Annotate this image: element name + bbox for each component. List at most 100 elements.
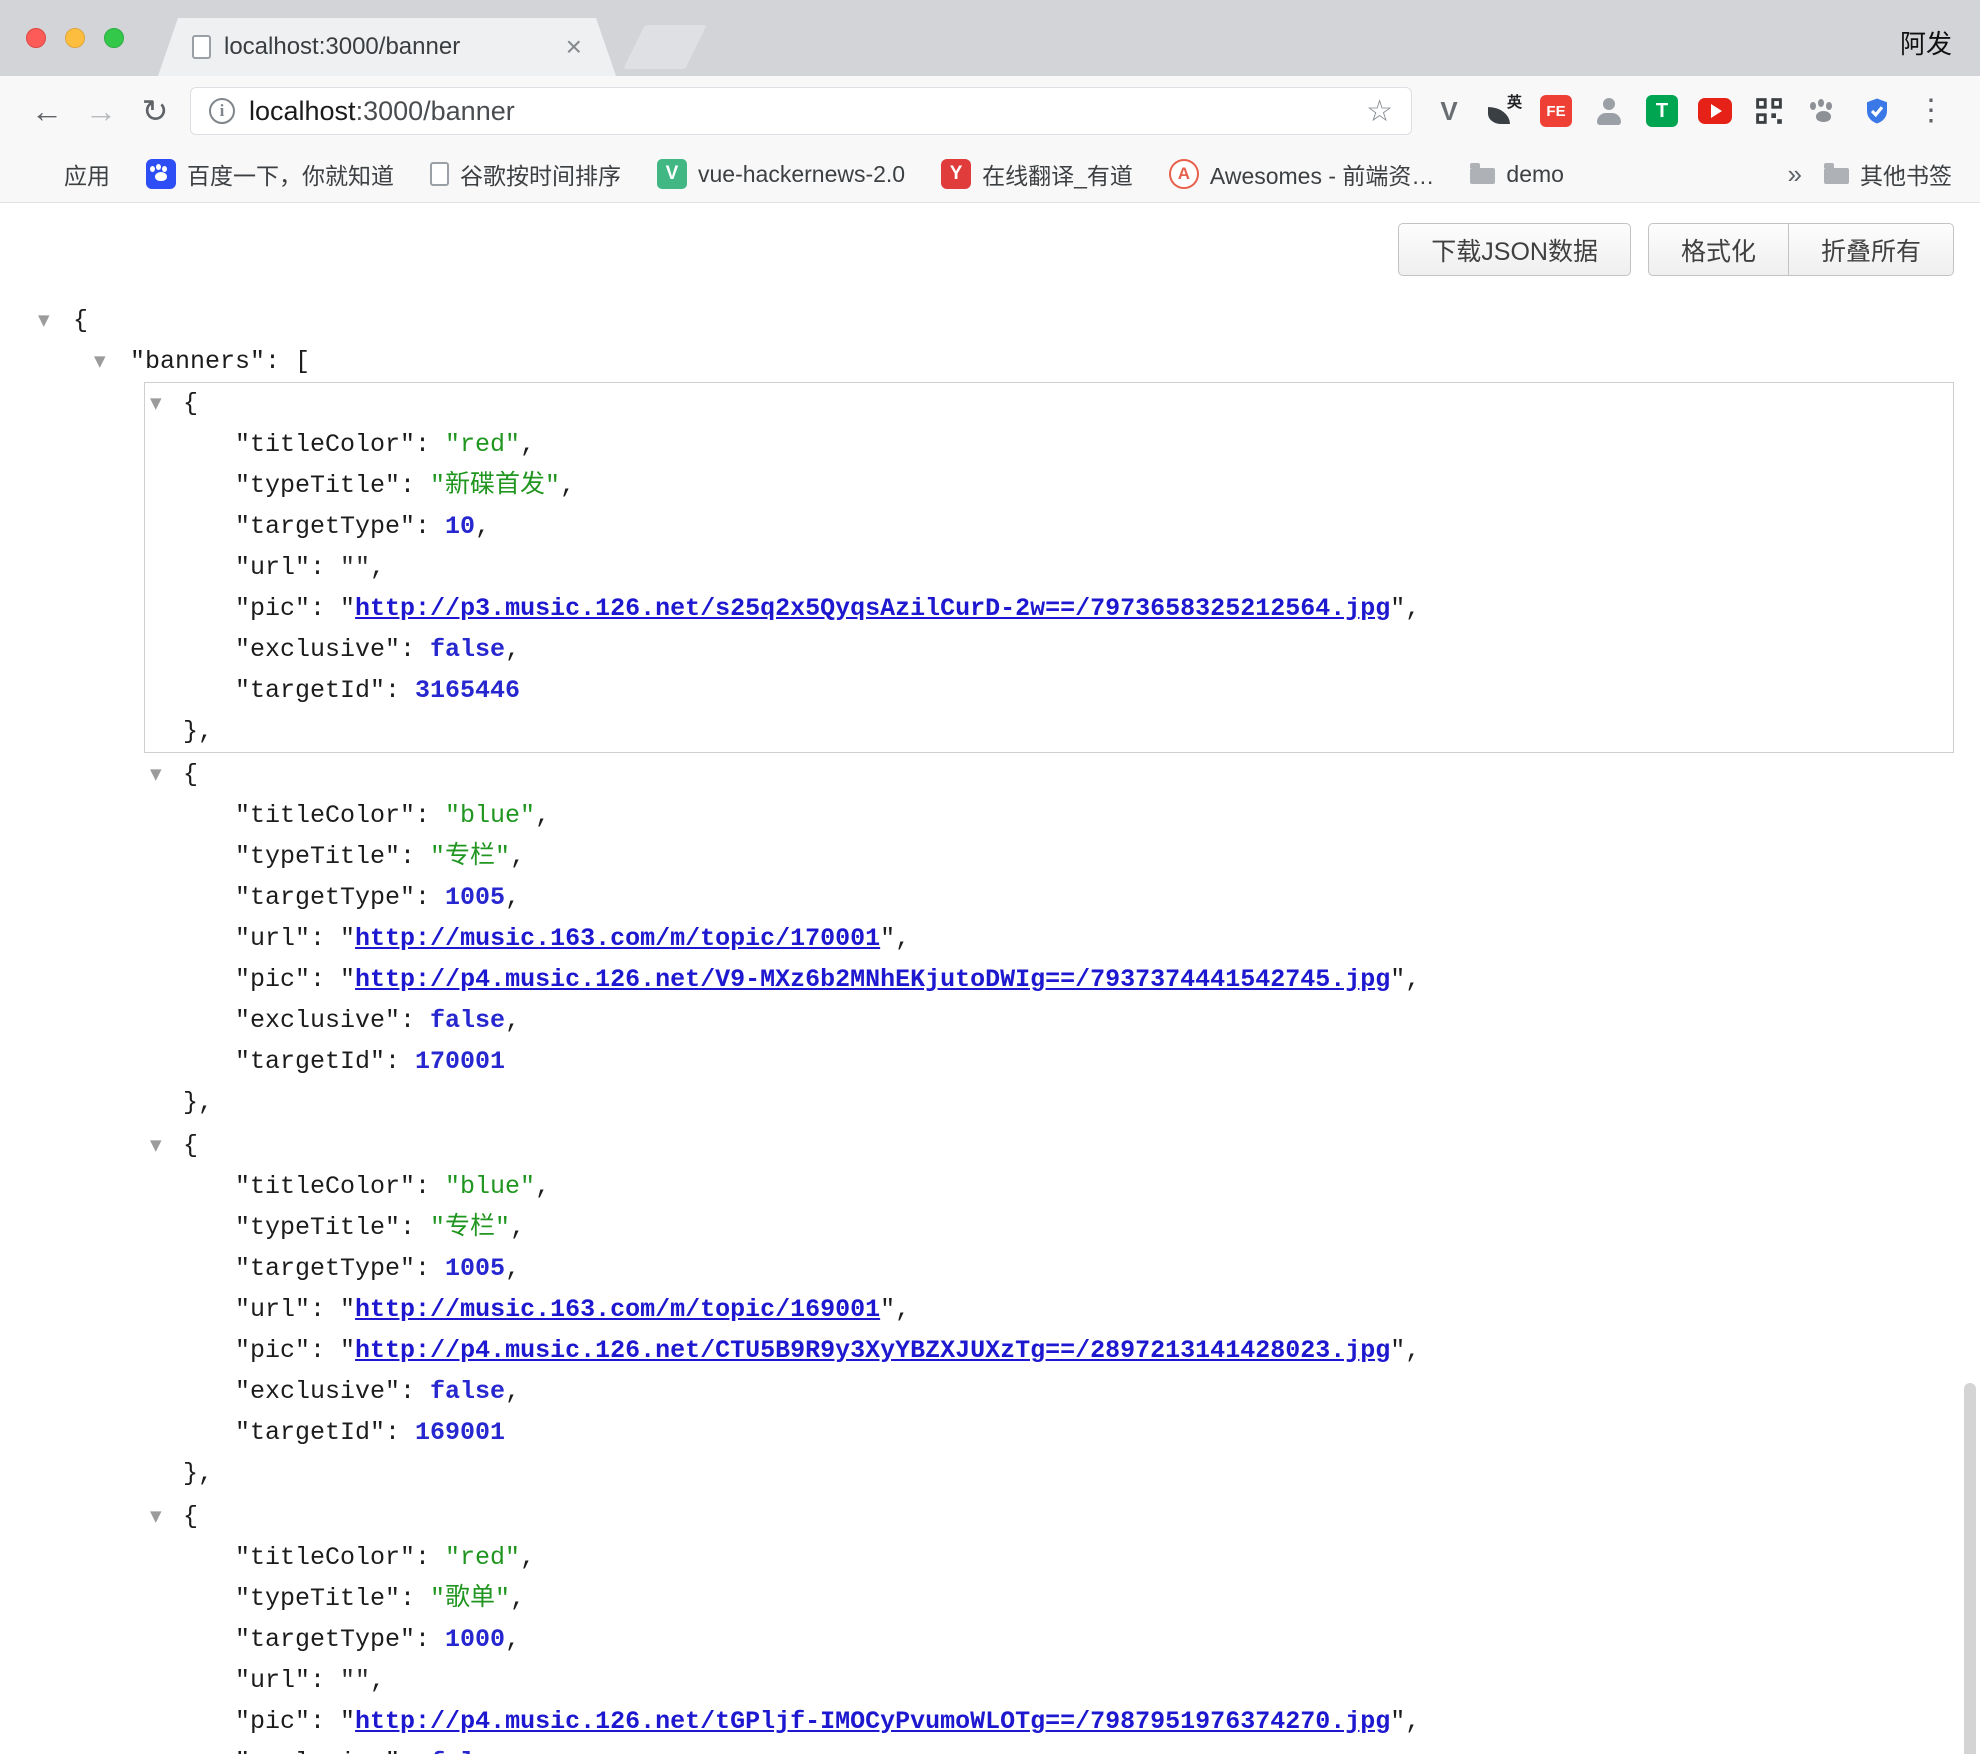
youtube-extension-icon[interactable]: [1698, 98, 1732, 124]
json-punct: },: [183, 1459, 213, 1488]
bookmark-label: 谷歌按时间排序: [460, 157, 621, 191]
collapse-triangle-icon[interactable]: [150, 1125, 162, 1166]
json-line: "titleColor": "blue",: [145, 795, 1953, 836]
json-punct: :: [400, 635, 430, 664]
fe-extension-icon[interactable]: FE: [1540, 95, 1572, 127]
json-punct: ,: [505, 1748, 520, 1754]
json-punct: ,: [1405, 1707, 1420, 1736]
vimium-extension-icon[interactable]: V: [1432, 94, 1466, 128]
json-punct: :: [400, 471, 430, 500]
bookmarks-list: 应用 百度一下，你就知道 谷歌按时间排序 Vvue-hackernews-2.0 Y在线…: [28, 157, 1600, 191]
json-punct: :: [385, 1418, 415, 1447]
json-value-str: "专栏": [430, 1213, 510, 1242]
other-bookmarks-folder[interactable]: 其他书签: [1824, 157, 1952, 191]
forward-icon[interactable]: [74, 95, 128, 127]
json-key: "pic": [235, 1707, 310, 1736]
download-json-button[interactable]: 下载JSON数据: [1398, 223, 1631, 276]
json-punct: :: [415, 430, 445, 459]
json-punct: :: [400, 842, 430, 871]
json-punct: :: [415, 512, 445, 541]
page-content: 下载JSON数据 格式化 折叠所有 {"banners": [{"titleCo…: [0, 203, 1980, 1623]
json-line: },: [145, 711, 1953, 752]
json-line: {: [145, 383, 1953, 424]
collapse-triangle-icon[interactable]: [150, 383, 162, 424]
json-value-num: 170001: [415, 1047, 505, 1076]
json-key: "titleColor": [235, 1172, 415, 1201]
tampermonkey-extension-icon[interactable]: T: [1646, 95, 1678, 127]
json-line: },: [145, 1453, 1953, 1494]
json-key: "pic": [235, 1336, 310, 1365]
bookmark-item-page[interactable]: 谷歌按时间排序: [430, 157, 621, 191]
tab-title: localhost:3000/banner: [224, 33, 552, 61]
json-punct: ,: [505, 1625, 520, 1654]
vue-icon: V: [657, 159, 687, 189]
json-value-num: 1005: [445, 1254, 505, 1283]
accounts-extension-icon[interactable]: [1592, 94, 1626, 128]
json-key: "exclusive": [235, 1377, 400, 1406]
bookmark-label: demo: [1506, 161, 1564, 188]
extensions-area: V英 FE T: [1432, 94, 1894, 128]
bookmark-item-folder[interactable]: demo: [1470, 161, 1564, 188]
paw-extension-icon[interactable]: [1806, 94, 1840, 128]
page-info-icon[interactable]: [209, 98, 235, 124]
json-url-link[interactable]: http://p4.music.126.net/tGPljf-IMOCyPvum…: [355, 1707, 1390, 1736]
json-key: "url": [235, 1666, 310, 1695]
json-punct: ,: [510, 1213, 525, 1242]
json-punct: :: [415, 1625, 445, 1654]
json-url-link[interactable]: http://p4.music.126.net/CTU5B9R9y3XyYBZX…: [355, 1336, 1390, 1365]
folder-icon: [1470, 168, 1495, 184]
collapse-triangle-icon[interactable]: [38, 300, 50, 341]
json-url-link[interactable]: http://music.163.com/m/topic/170001: [355, 924, 880, 953]
close-window-button[interactable]: [26, 28, 46, 48]
qrcode-extension-icon[interactable]: [1752, 94, 1786, 128]
json-url-link[interactable]: http://p3.music.126.net/s25q2x5QyqsAzilC…: [355, 594, 1390, 623]
json-value-str: "red": [445, 430, 520, 459]
reload-icon[interactable]: [128, 95, 182, 127]
json-line: "banners": [: [38, 341, 1954, 382]
youdao-icon: Y: [941, 159, 971, 189]
tab-close-icon[interactable]: [566, 33, 582, 61]
collapse-triangle-icon[interactable]: [150, 754, 162, 795]
bookmarks-bar: 应用 百度一下，你就知道 谷歌按时间排序 Vvue-hackernews-2.0 Y在线…: [0, 146, 1980, 203]
bookmarks-overflow-icon[interactable]: [1766, 159, 1824, 190]
json-line: {: [145, 1125, 1953, 1166]
bookmark-item-awesomes[interactable]: AAwesomes - 前端资…: [1169, 157, 1435, 191]
json-punct: :: [415, 883, 445, 912]
json-url-link[interactable]: http://music.163.com/m/topic/169001: [355, 1295, 880, 1324]
back-icon[interactable]: [20, 95, 74, 127]
json-punct: ,: [505, 883, 520, 912]
omnibox[interactable]: localhost:3000/banner: [190, 87, 1412, 135]
bookmark-item-baidu[interactable]: 百度一下，你就知道: [146, 157, 394, 191]
collapse-all-button[interactable]: 折叠所有: [1788, 223, 1954, 276]
json-punct: ,: [1405, 594, 1420, 623]
bookmark-item-apps[interactable]: 应用: [28, 157, 110, 191]
person-body: [1597, 113, 1621, 125]
json-key: "exclusive": [235, 635, 400, 664]
profile-name[interactable]: 阿发: [1900, 24, 1952, 61]
window-titlebar: localhost:3000/banner 阿发: [0, 0, 1980, 76]
collapse-triangle-icon[interactable]: [150, 1496, 162, 1537]
json-punct: :: [400, 1006, 430, 1035]
bookmark-item-vue[interactable]: Vvue-hackernews-2.0: [657, 159, 905, 189]
minimize-window-button[interactable]: [65, 28, 85, 48]
translate-extension-icon[interactable]: 英: [1486, 94, 1520, 128]
zoom-window-button[interactable]: [104, 28, 124, 48]
json-punct: ,: [520, 430, 535, 459]
json-url-link[interactable]: http://p4.music.126.net/V9-MXz6b2MNhEKju…: [355, 965, 1390, 994]
json-punct: },: [183, 1088, 213, 1117]
json-punct: ": [340, 965, 355, 994]
scrollbar-thumb[interactable]: [1964, 1383, 1976, 1754]
json-punct: ": [1390, 1707, 1405, 1736]
browser-menu-icon[interactable]: [1904, 96, 1958, 126]
browser-tab[interactable]: localhost:3000/banner: [158, 18, 616, 76]
bookmark-item-youdao[interactable]: Y在线翻译_有道: [941, 157, 1133, 191]
bookmark-star-icon[interactable]: [1366, 94, 1393, 129]
json-line: "typeTitle": "专栏",: [145, 1207, 1953, 1248]
format-button[interactable]: 格式化: [1648, 223, 1789, 276]
new-tab-button[interactable]: [623, 25, 706, 69]
json-key: "pic": [235, 965, 310, 994]
collapse-triangle-icon[interactable]: [94, 341, 106, 382]
json-key: "targetType": [235, 1625, 415, 1654]
json-value-empty: "": [340, 553, 370, 582]
shield-extension-icon[interactable]: [1860, 94, 1894, 128]
